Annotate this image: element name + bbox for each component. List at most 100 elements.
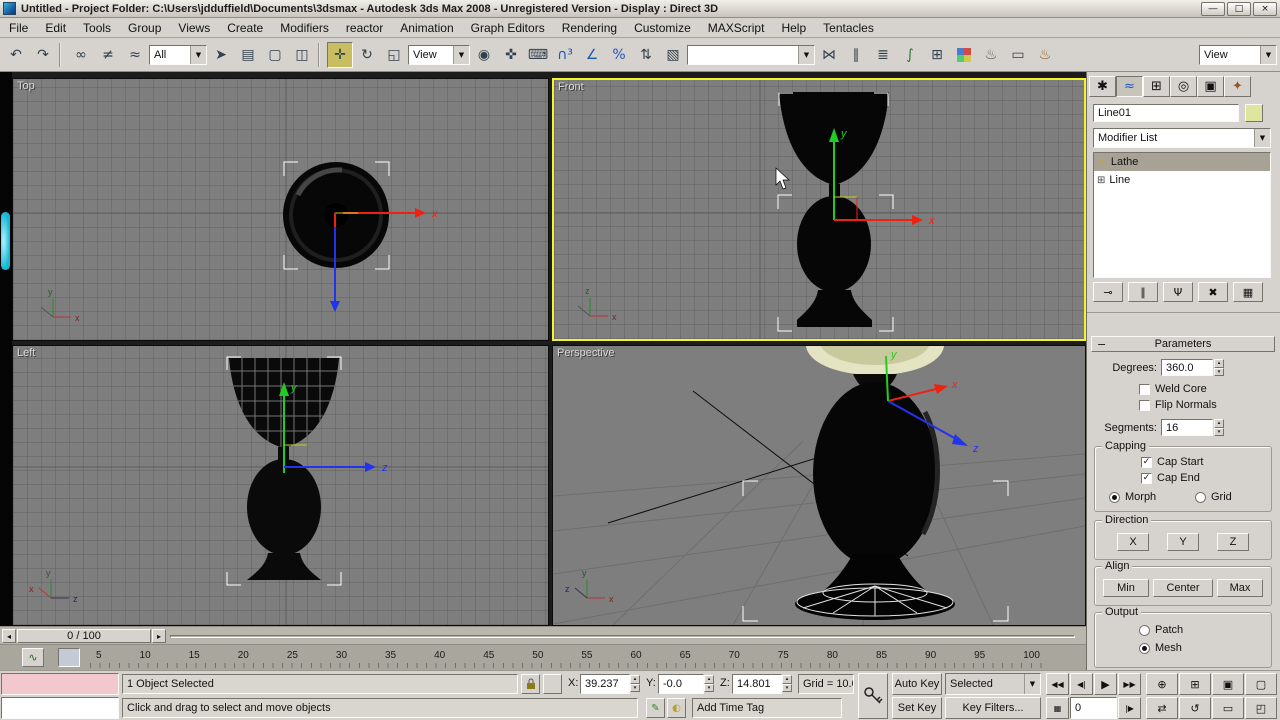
view-dropdown[interactable]: View ▼ — [1199, 44, 1277, 65]
adaptive-degradation-toggle[interactable]: ◐ — [667, 698, 686, 718]
key-filter-dropdown[interactable]: Selected ▼ — [945, 673, 1041, 695]
maxscript-mini-listener-white[interactable] — [1, 697, 119, 719]
go-to-start-button[interactable]: ◀◀ — [1046, 673, 1069, 695]
layer-manager-button[interactable]: ≣ — [870, 41, 896, 68]
rectangular-selection-region-button[interactable]: ▢ — [262, 41, 288, 68]
dropdown-arrow-icon[interactable]: ▼ — [1260, 45, 1276, 64]
pin-stack-button[interactable]: ⊸ — [1093, 282, 1123, 302]
dropdown-arrow-icon[interactable]: ▼ — [1254, 129, 1270, 147]
tab-hierarchy[interactable]: ⊞ — [1143, 76, 1170, 97]
menu-item[interactable]: Graph Editors — [471, 21, 545, 35]
modifier-list-dropdown[interactable]: Modifier List ▼ — [1093, 128, 1271, 148]
next-frame-button[interactable]: |▶ — [1118, 697, 1141, 719]
spinner-snap-toggle[interactable]: ⇅ — [633, 41, 659, 68]
menu-item[interactable]: Views — [178, 21, 210, 35]
menu-item[interactable]: Tools — [83, 21, 111, 35]
maxscript-mini-listener-pink[interactable] — [1, 673, 119, 695]
select-and-manipulate-button[interactable]: ✜ — [498, 41, 524, 68]
segments-field[interactable]: 16 — [1161, 419, 1213, 436]
undo-button[interactable]: ↶ — [3, 41, 29, 68]
select-by-name-button[interactable]: ▤ — [235, 41, 261, 68]
walk-through-button[interactable]: ▭ — [1212, 697, 1244, 719]
schematic-view-button[interactable]: ⊞ — [924, 41, 950, 68]
y-coordinate-field[interactable]: -0.0 — [658, 674, 704, 694]
degrees-spinner[interactable]: ▴ ▾ — [1214, 359, 1224, 376]
play-button[interactable]: ▶ — [1094, 673, 1117, 695]
time-slider-track[interactable] — [170, 635, 1075, 638]
zoom-all-button[interactable]: ⊞ — [1179, 673, 1211, 695]
select-and-rotate-button[interactable]: ↻ — [354, 41, 380, 68]
absolute-mode-toggle[interactable] — [543, 674, 562, 694]
key-filters-button[interactable]: Key Filters... — [945, 697, 1041, 719]
material-editor-button[interactable] — [951, 41, 977, 68]
zoom-extents-button[interactable]: ▣ — [1212, 673, 1244, 695]
viewport-front-label[interactable]: Front — [558, 81, 584, 93]
go-to-end-button[interactable]: ▶▶ — [1118, 673, 1141, 695]
select-and-link-button[interactable]: ∞ — [68, 41, 94, 68]
menu-item[interactable]: Customize — [634, 21, 691, 35]
cap-start-checkbox[interactable]: ✓ — [1141, 457, 1152, 468]
unlink-selection-button[interactable]: ≠ — [95, 41, 121, 68]
cap-end-checkbox[interactable]: ✓ — [1141, 473, 1152, 484]
mesh-radio[interactable] — [1139, 643, 1150, 654]
menu-item[interactable]: Create — [227, 21, 263, 35]
select-object-button[interactable]: ➤ — [208, 41, 234, 68]
named-selection-sets-dropdown[interactable]: ▼ — [687, 44, 815, 65]
tab-create[interactable]: ✱ — [1089, 76, 1116, 97]
time-slider-next-button[interactable]: ▸ — [152, 629, 166, 643]
select-and-scale-button[interactable]: ◱ — [381, 41, 407, 68]
angle-snap-toggle[interactable]: ∠ — [579, 41, 605, 68]
viewport-front[interactable]: Front y x z x — [552, 78, 1086, 341]
z-coordinate-field[interactable]: 14.801 — [732, 674, 782, 694]
set-key-button[interactable]: Set Key — [892, 697, 942, 719]
edit-named-selection-sets-button[interactable]: ▧ — [660, 41, 686, 68]
use-pivot-point-center-button[interactable]: ◉ — [471, 41, 497, 68]
window-crossing-toggle[interactable]: ◫ — [289, 41, 315, 68]
time-slider-handle[interactable]: 0 / 100 — [17, 629, 151, 643]
dropdown-arrow-icon[interactable]: ▼ — [453, 45, 469, 64]
viewport-perspective[interactable]: Perspective x z y y x z — [552, 345, 1086, 626]
menu-item[interactable]: Animation — [400, 21, 453, 35]
align-button[interactable]: ∥ — [843, 41, 869, 68]
zoom-button[interactable]: ⊕ — [1146, 673, 1178, 695]
z-spinner[interactable]: ▴ ▾ — [782, 675, 792, 692]
expand-icon[interactable]: ⊞ — [1097, 175, 1105, 186]
tab-display[interactable]: ▣ — [1197, 76, 1224, 97]
tab-modify[interactable]: ≈ — [1116, 76, 1143, 97]
patch-radio[interactable] — [1139, 625, 1150, 636]
morph-radio[interactable] — [1109, 492, 1120, 503]
redo-button[interactable]: ↷ — [30, 41, 56, 68]
rendered-frame-window-button[interactable]: ▭ — [1005, 41, 1031, 68]
weld-core-checkbox[interactable] — [1139, 384, 1150, 395]
show-end-result-button[interactable]: ∥ — [1128, 282, 1158, 302]
modifier-stack-item-line[interactable]: ⊞ Line — [1094, 171, 1270, 189]
align-max-button[interactable]: Max — [1217, 579, 1263, 597]
menu-item[interactable]: reactor — [346, 21, 383, 35]
arc-rotate-button[interactable]: ↺ — [1179, 697, 1211, 719]
previous-frame-button[interactable]: ◀| — [1070, 673, 1093, 695]
progressive-display-toggle[interactable]: ✎ — [646, 698, 665, 718]
current-frame-field[interactable]: 0 — [1070, 697, 1117, 719]
menu-item[interactable]: MAXScript — [708, 21, 765, 35]
menu-item[interactable]: Modifiers — [280, 21, 329, 35]
auto-key-button[interactable]: Auto Key — [892, 673, 942, 695]
dropdown-arrow-icon[interactable]: ▼ — [1024, 674, 1040, 694]
add-time-tag-field[interactable]: Add Time Tag — [692, 698, 842, 718]
viewport-left-label[interactable]: Left — [17, 347, 35, 359]
viewport-perspective-label[interactable]: Perspective — [557, 347, 614, 359]
modifier-stack-item-lathe[interactable]: ☼ Lathe — [1094, 153, 1270, 171]
curve-editor-button[interactable]: ∫ — [897, 41, 923, 68]
grid-radio[interactable] — [1195, 492, 1206, 503]
degrees-field[interactable]: 360.0 — [1161, 359, 1213, 376]
quick-render-button[interactable]: ♨ — [1032, 41, 1058, 68]
dropdown-arrow-icon[interactable]: ▼ — [798, 45, 814, 64]
pan-button[interactable]: ⇄ — [1146, 697, 1178, 719]
viewport-top[interactable]: Top x y x — [12, 78, 549, 341]
current-frame-marker[interactable] — [58, 648, 80, 667]
menu-item[interactable]: Edit — [45, 21, 66, 35]
direction-z-button[interactable]: Z — [1217, 533, 1249, 551]
object-name-field[interactable]: Line01 — [1093, 104, 1239, 122]
min-max-toggle-button[interactable]: ◰ — [1245, 697, 1277, 719]
flip-normals-checkbox[interactable] — [1139, 400, 1150, 411]
menu-item[interactable]: Rendering — [562, 21, 617, 35]
